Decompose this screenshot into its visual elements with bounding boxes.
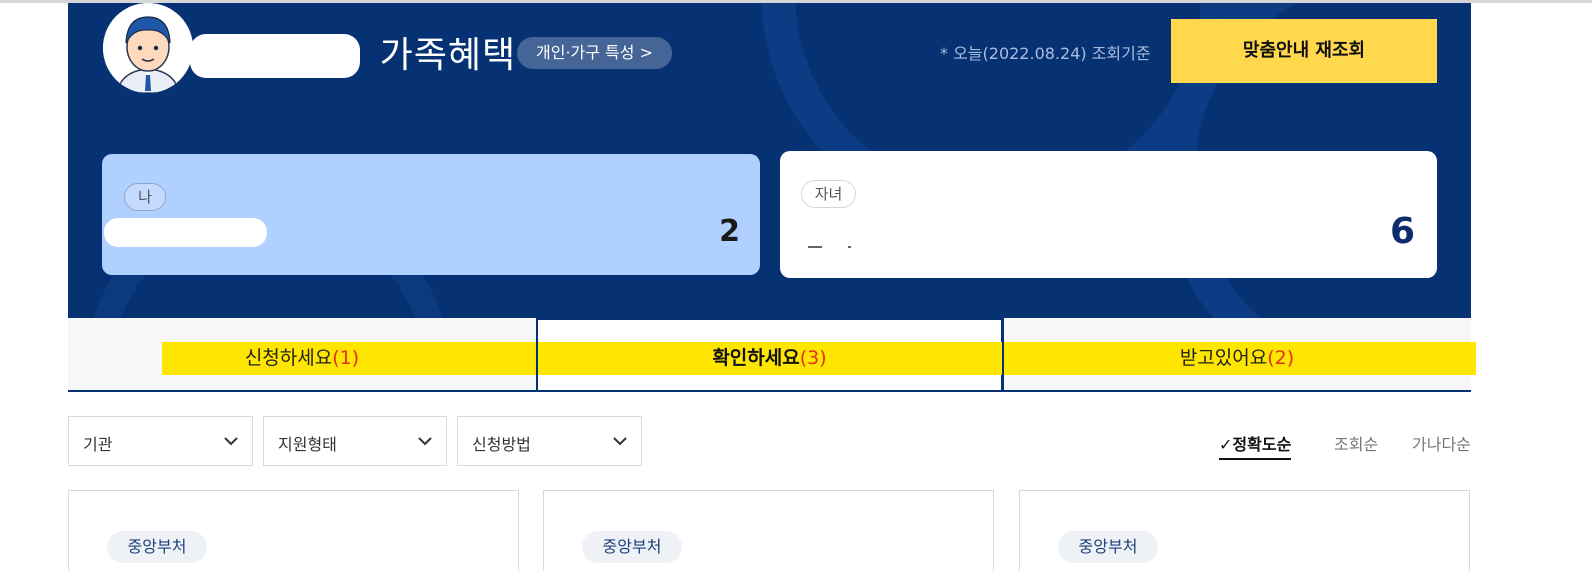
chevron-down-icon bbox=[613, 437, 627, 446]
agency-badge: 중앙부처 bbox=[582, 531, 682, 563]
sort-accuracy[interactable]: ✓정확도순 bbox=[1219, 431, 1292, 460]
filter-apply-method-select[interactable]: 신청방법 bbox=[457, 416, 642, 466]
benefit-count: 6 bbox=[1389, 211, 1415, 252]
sort-views[interactable]: 조회순 bbox=[1334, 431, 1378, 455]
tab-border bbox=[1002, 318, 1004, 391]
user-avatar-icon bbox=[103, 3, 193, 93]
tab-count: (3) bbox=[799, 347, 827, 369]
tab-count: (2) bbox=[1267, 347, 1295, 369]
name-redaction bbox=[104, 218, 267, 247]
tab-check-label[interactable]: 확인하세요(3) bbox=[536, 343, 1003, 370]
family-card-child[interactable]: 자녀 6 bbox=[780, 151, 1437, 278]
user-avatar bbox=[103, 3, 193, 93]
chevron-down-icon bbox=[418, 437, 432, 446]
tab-border bbox=[536, 318, 538, 391]
query-date-note: * 오늘(2022.08.24) 조회기준 bbox=[940, 44, 1151, 63]
filter-label: 신청방법 bbox=[472, 435, 531, 454]
filter-label: 기관 bbox=[83, 435, 113, 454]
name-redaction bbox=[808, 246, 851, 248]
benefit-card[interactable]: 중앙부처 bbox=[543, 490, 994, 571]
tab-apply-label[interactable]: 신청하세요(1) bbox=[68, 343, 536, 370]
benefit-card[interactable]: 중앙부처 bbox=[68, 490, 519, 571]
family-card-tag: 자녀 bbox=[801, 180, 856, 208]
tab-label-text: 신청하세요 bbox=[244, 347, 333, 369]
sort-alphabetical[interactable]: 가나다순 bbox=[1412, 431, 1471, 455]
filter-agency-select[interactable]: 기관 bbox=[68, 416, 253, 466]
page-title: ㅣ 가족혜택 bbox=[334, 35, 517, 76]
tab-label-text: 받고있어요 bbox=[1179, 347, 1268, 369]
check-icon: ✓ bbox=[1219, 435, 1233, 454]
recheck-button[interactable]: 맞춤안내 재조회 bbox=[1171, 19, 1437, 83]
page-title-text: 가족혜택 bbox=[379, 35, 517, 76]
agency-badge: 중앙부처 bbox=[1058, 531, 1158, 563]
tab-receiving-label[interactable]: 받고있어요(2) bbox=[1003, 343, 1471, 370]
filter-label: 지원형태 bbox=[278, 435, 337, 454]
agency-badge: 중앙부처 bbox=[107, 531, 207, 563]
chevron-down-icon bbox=[224, 437, 238, 446]
filter-support-type-select[interactable]: 지원형태 bbox=[263, 416, 447, 466]
benefit-card[interactable]: 중앙부처 bbox=[1019, 490, 1470, 571]
profile-traits-button[interactable]: 개인·가구 특성 > bbox=[517, 37, 672, 69]
tab-label-text: 확인하세요 bbox=[712, 347, 800, 369]
family-card-tag: 나 bbox=[124, 183, 166, 211]
sort-label: 정확도순 bbox=[1232, 435, 1292, 454]
tab-count: (1) bbox=[332, 347, 360, 369]
benefit-count: 2 bbox=[719, 214, 740, 249]
family-card-me[interactable]: 나 2 bbox=[102, 154, 760, 275]
tab-border bbox=[536, 318, 1004, 320]
